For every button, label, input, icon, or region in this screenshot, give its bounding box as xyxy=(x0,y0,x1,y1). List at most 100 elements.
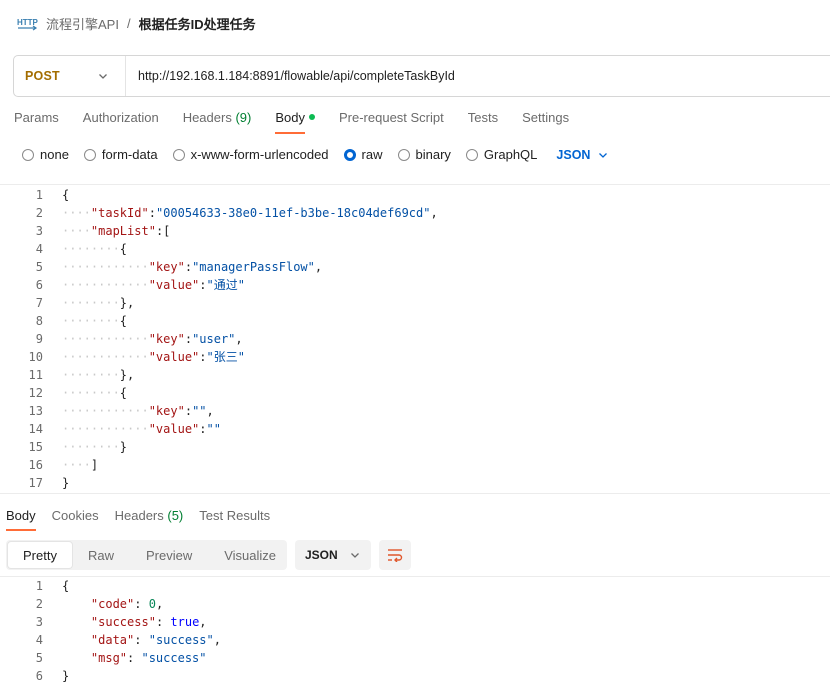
code-text: ········{ xyxy=(62,242,128,256)
line-number: 13 xyxy=(28,404,43,418)
view-pretty[interactable]: Pretty xyxy=(8,542,72,568)
tab-label: Settings xyxy=(522,110,570,125)
breadcrumb: HTTP 流程引擎API / 根据任务ID处理任务 xyxy=(16,12,256,34)
view-preview[interactable]: Preview xyxy=(130,542,208,568)
code-text: "success": true, xyxy=(90,615,207,629)
tab-headers[interactable]: Headers (9) xyxy=(183,110,252,134)
tab-label: Tests xyxy=(467,110,499,125)
tab-label: Headers xyxy=(182,110,232,125)
line-number: 1 xyxy=(35,579,43,593)
line-number: 17 xyxy=(28,476,43,490)
url-input[interactable]: http://192.168.1.184:8891/flowable/api/c… xyxy=(126,69,455,83)
body-indicator-dot xyxy=(308,114,315,120)
request-body-line: 4 ········{ xyxy=(0,240,438,258)
response-body-line: 6} xyxy=(0,667,221,685)
tab-count: (9) xyxy=(235,110,252,125)
line-number: 2 xyxy=(35,597,43,611)
view-raw[interactable]: Raw xyxy=(72,542,130,568)
request-body-line: 1{ xyxy=(0,186,438,204)
body-format-label: JSON xyxy=(556,147,591,162)
resp-tab-headers[interactable]: Headers (5) xyxy=(115,508,184,531)
request-body-editor[interactable]: 1{2 ····"taskId":"00054633-38e0-11ef-b3be… xyxy=(0,184,830,494)
line-number: 6 xyxy=(35,278,43,292)
line-number: 14 xyxy=(28,422,43,436)
tab-label: Test Results xyxy=(199,508,271,523)
line-number: 1 xyxy=(35,188,43,202)
line-number: 5 xyxy=(35,651,43,665)
svg-text:HTTP: HTTP xyxy=(17,18,38,27)
line-number: 5 xyxy=(35,260,43,274)
chevron-down-icon xyxy=(599,152,608,158)
wrap-lines-button[interactable] xyxy=(379,540,411,570)
response-format-dropdown[interactable]: JSON xyxy=(295,540,371,570)
resp-tab-cookies[interactable]: Cookies xyxy=(52,508,99,531)
code-text: ····"taskId":"00054633-38e0-11ef-b3be-18… xyxy=(62,206,438,220)
radio-label: binary xyxy=(415,147,451,162)
tab-params[interactable]: Params xyxy=(14,110,59,134)
tab-label: Headers xyxy=(114,508,164,523)
request-body-line: 6 ············"value":"通过" xyxy=(0,276,438,294)
body-type-selector: none form-data x-www-form-urlencoded raw… xyxy=(22,147,608,162)
line-number: 15 xyxy=(28,440,43,454)
tab-label: Pre-request Script xyxy=(338,110,444,125)
code-text: } xyxy=(62,669,70,683)
radio-circle xyxy=(397,148,410,161)
code-text: ····"mapList":[ xyxy=(62,224,171,238)
request-tabs: Params Authorization Headers (9) Body Pr… xyxy=(14,110,569,134)
radio-none[interactable]: none xyxy=(22,147,69,162)
tab-settings[interactable]: Settings xyxy=(522,110,569,134)
response-body-line: 4 "data": "success", xyxy=(0,631,221,649)
radio-graphql[interactable]: GraphQL xyxy=(465,147,537,162)
response-body-line: 2 "code": 0, xyxy=(0,595,221,613)
radio-form-data[interactable]: form-data xyxy=(83,147,158,162)
request-title[interactable]: 根据任务ID处理任务 xyxy=(139,14,256,33)
chevron-down-icon xyxy=(98,74,107,79)
request-body-line: 17} xyxy=(0,474,438,492)
line-number: 11 xyxy=(28,368,43,382)
request-body-line: 16 ····] xyxy=(0,456,438,474)
code-text: ········} xyxy=(62,440,128,454)
method-select[interactable]: POST xyxy=(14,56,126,96)
line-number: 3 xyxy=(35,224,43,238)
code-text: ········{ xyxy=(62,314,128,328)
request-body-line: 7 ········}, xyxy=(0,294,438,312)
code-text: ········}, xyxy=(62,296,135,310)
response-body-line: 3 "success": true, xyxy=(0,613,221,631)
code-text: "msg": "success" xyxy=(90,651,207,665)
line-number: 9 xyxy=(35,332,43,346)
request-body-line: 9 ············"key":"user", xyxy=(0,330,438,348)
line-number: 7 xyxy=(35,296,43,310)
radio-binary[interactable]: binary xyxy=(397,147,451,162)
breadcrumb-parent[interactable]: 流程引擎API xyxy=(46,14,119,33)
code-text: ············"value":"张三" xyxy=(62,350,245,364)
radio-circle xyxy=(172,148,185,161)
code-text: } xyxy=(62,476,70,490)
code-text: ············"key":"user", xyxy=(62,332,243,346)
resp-tab-body[interactable]: Body xyxy=(6,508,36,531)
request-body-line: 5 ············"key":"managerPassFlow", xyxy=(0,258,438,276)
radio-x-www-form-urlencoded[interactable]: x-www-form-urlencoded xyxy=(172,147,329,162)
radio-circle xyxy=(22,148,34,161)
url-bar: POST http://192.168.1.184:8891/flowable/… xyxy=(13,55,830,97)
tab-tests[interactable]: Tests xyxy=(468,110,498,134)
line-number: 4 xyxy=(35,633,43,647)
request-body-line: 3 ····"mapList":[ xyxy=(0,222,438,240)
radio-raw[interactable]: raw xyxy=(343,147,383,162)
radio-circle xyxy=(465,148,478,161)
tab-body[interactable]: Body xyxy=(275,110,315,134)
body-format-dropdown[interactable]: JSON xyxy=(556,148,608,162)
request-body-line: 12 ········{ xyxy=(0,384,438,402)
resp-tab-test-results[interactable]: Test Results xyxy=(199,508,270,531)
response-view-switcher: Pretty Raw Preview Visualize xyxy=(6,540,287,570)
tab-pre-request-script[interactable]: Pre-request Script xyxy=(339,110,444,134)
view-visualize[interactable]: Visualize xyxy=(208,542,292,568)
request-body-line: 11 ········}, xyxy=(0,366,438,384)
response-tabs: Body Cookies Headers (5) Test Results xyxy=(6,508,270,531)
line-number: 3 xyxy=(35,615,43,629)
tab-label: Body xyxy=(6,508,36,523)
tab-authorization[interactable]: Authorization xyxy=(83,110,159,134)
code-text: ············"key":"", xyxy=(62,404,214,418)
radio-label: raw xyxy=(361,147,383,162)
request-body-line: 14 ············"value":"" xyxy=(0,420,438,438)
response-body-viewer[interactable]: 1{2 "code": 0, 3 "success": true, 4 "data"… xyxy=(0,576,830,690)
